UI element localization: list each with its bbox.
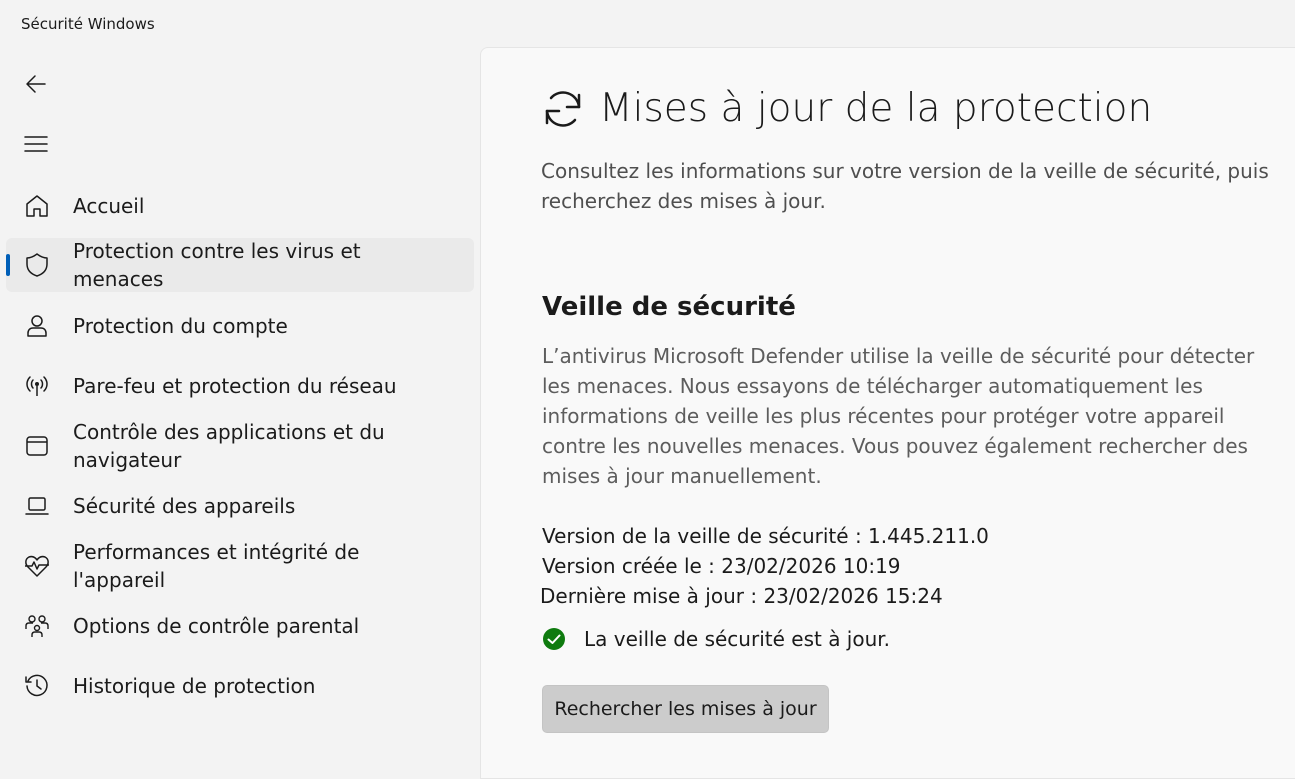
sidebar-item-firewall[interactable]: Pare-feu et protection du réseau: [6, 359, 474, 413]
sidebar-item-label: Pare-feu et protection du réseau: [73, 374, 397, 398]
page-title: Mises à jour de la protection: [599, 86, 1153, 131]
sidebar-item-label: Contrôle des applications et du navigate…: [73, 420, 385, 472]
section-description: L’antivirus Microsoft Defender utilise l…: [542, 344, 1255, 488]
laptop-icon: [23, 492, 51, 520]
sidebar-item-family-options[interactable]: Options de contrôle parental: [6, 599, 474, 653]
main-content: Mises à jour de la protection Consultez …: [480, 47, 1295, 779]
status-row: La veille de sécurité est à jour.: [542, 627, 890, 651]
hamburger-menu-icon: [24, 136, 48, 152]
sidebar-item-protection-history[interactable]: Historique de protection: [6, 659, 474, 713]
check-for-updates-button[interactable]: Rechercher les mises à jour: [542, 685, 829, 733]
sidebar-item-label: Accueil: [73, 194, 145, 218]
page-description: Consultez les informations sur votre ver…: [541, 159, 1269, 213]
browser-window-icon: [23, 432, 51, 460]
page-header: Mises à jour de la protection: [541, 86, 1152, 131]
person-icon: [23, 312, 51, 340]
sidebar-item-app-browser-control[interactable]: Contrôle des applications et du navigate…: [6, 418, 474, 474]
shield-icon: [23, 251, 51, 279]
version-created-date: Version créée le : 23/02/2026 10:19: [542, 554, 901, 578]
sidebar-item-virus-protection[interactable]: Protection contre les virus et menaces: [6, 238, 474, 292]
sidebar-item-home[interactable]: Accueil: [6, 179, 474, 233]
selection-indicator: [6, 254, 10, 276]
sidebar-item-device-security[interactable]: Sécurité des appareils: [6, 479, 474, 533]
sidebar-item-label: Protection contre les virus et menaces: [73, 239, 361, 291]
section-title: Veille de sécurité: [542, 292, 796, 322]
sidebar-item-account-protection[interactable]: Protection du compte: [6, 299, 474, 353]
wireless-signal-icon: [23, 372, 51, 400]
history-icon: [23, 672, 51, 700]
heart-pulse-icon: [23, 552, 51, 580]
menu-button[interactable]: [18, 126, 54, 162]
back-arrow-icon: [26, 75, 46, 93]
sidebar-item-label: Sécurité des appareils: [73, 494, 296, 518]
status-text: La veille de sécurité est à jour.: [584, 627, 891, 651]
last-update-date: Dernière mise à jour : 23/02/2026 15:24: [540, 584, 943, 608]
app-title: Sécurité Windows: [21, 15, 155, 33]
sync-icon: [545, 90, 581, 127]
sidebar-item-device-performance[interactable]: Performances et intégrité de l'appareil: [6, 539, 474, 593]
sidebar-item-label: Historique de protection: [73, 674, 316, 698]
sidebar-item-label: Performances et intégrité de l'appareil: [73, 540, 360, 592]
back-button[interactable]: [18, 66, 54, 102]
check-circle-icon: [543, 628, 565, 650]
sidebar-item-label: Options de contrôle parental: [73, 614, 360, 638]
sidebar-item-label: Protection du compte: [73, 314, 288, 338]
home-icon: [23, 192, 51, 220]
intelligence-version: Version de la veille de sécurité : 1.445…: [542, 524, 989, 548]
family-icon: [23, 612, 51, 640]
